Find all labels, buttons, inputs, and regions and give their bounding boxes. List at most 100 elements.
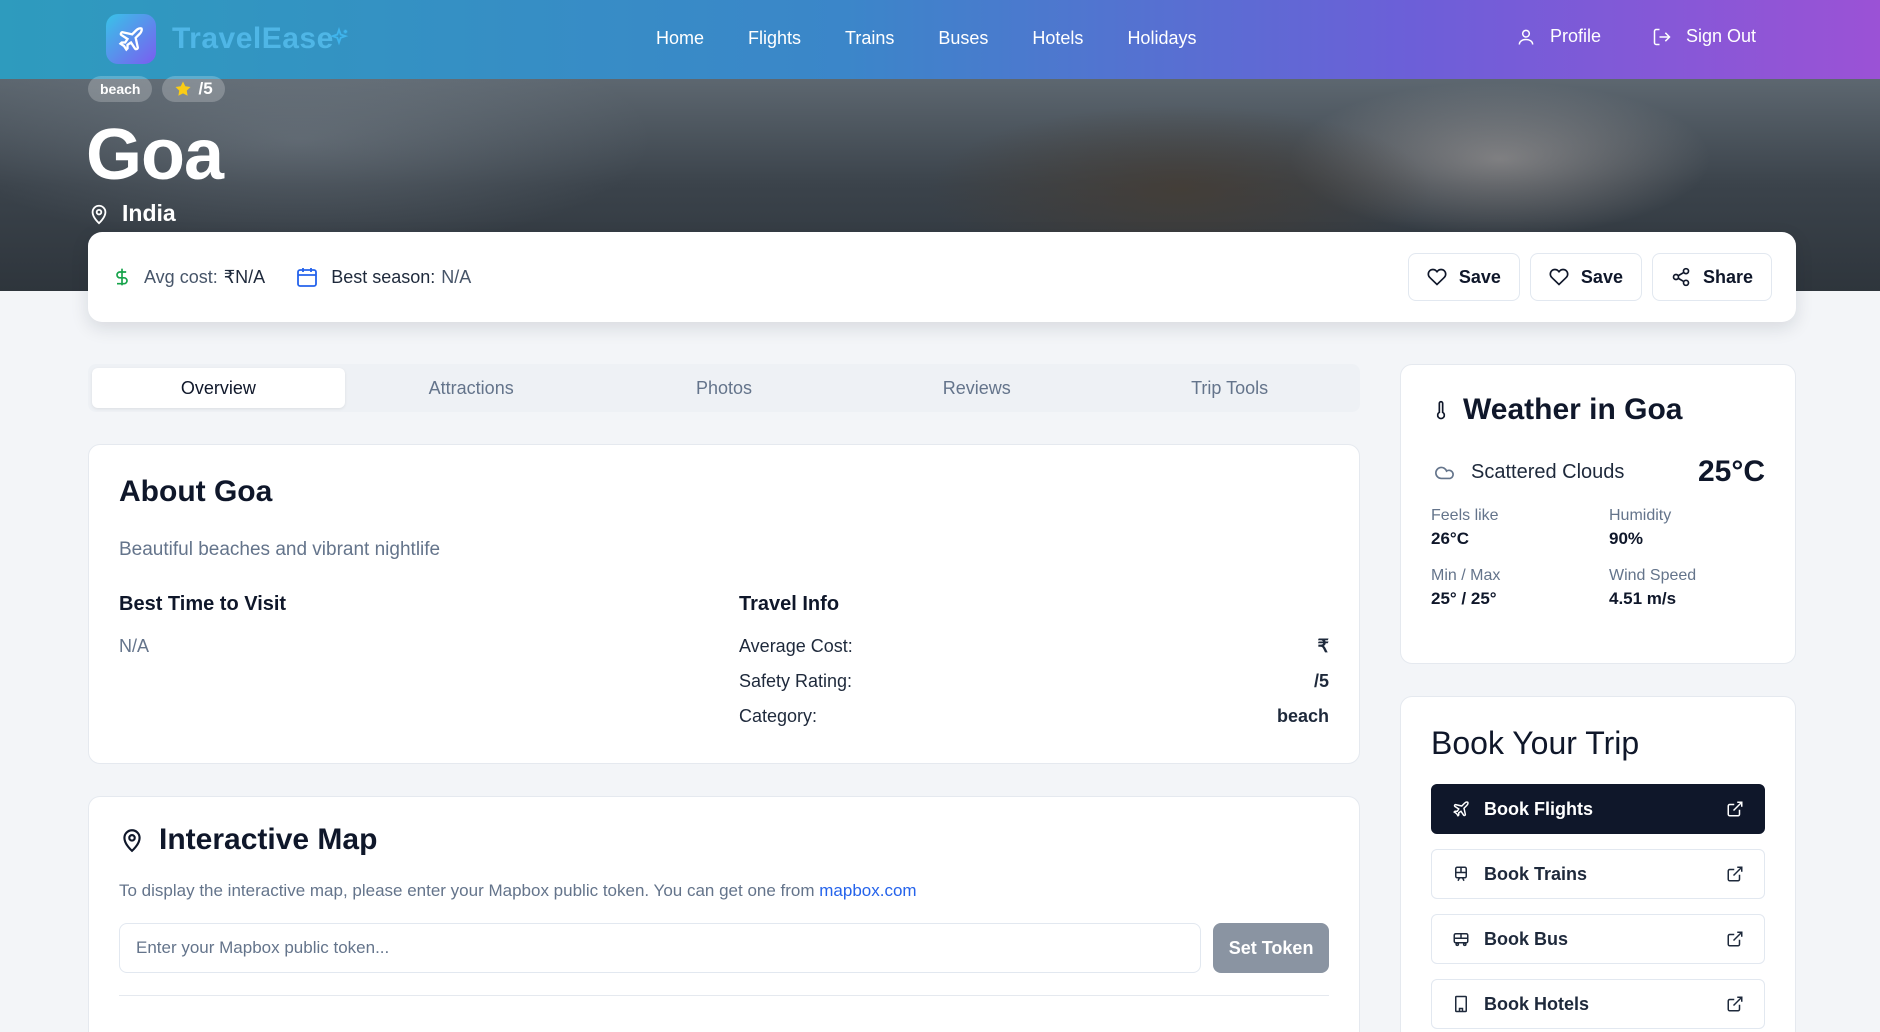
share-label: Share (1702, 266, 1753, 287)
profile-label: Profile (1550, 26, 1602, 46)
weather-title: Weather in Goa (1463, 393, 1683, 426)
map-pin-icon (123, 829, 141, 853)
cloud-icon (1435, 466, 1454, 480)
about-description: Beautiful beaches and vibrant nightlife (119, 539, 441, 560)
book-trip-card: Book Your Trip Book Flights Book Trains … (1400, 696, 1796, 1032)
location-label: India (122, 200, 176, 226)
avg-cost-value: ₹N/A (223, 266, 266, 287)
info-actions: Save Save Share (1407, 253, 1772, 301)
weather-temp: 25°C (1697, 455, 1765, 488)
best-season-label: Best season: (331, 266, 436, 287)
book-bus-button[interactable]: Book Bus (1431, 914, 1765, 964)
logo[interactable] (106, 14, 156, 64)
profile-button[interactable]: Profile (1516, 26, 1601, 47)
map-title: Interactive Map (159, 823, 378, 856)
map-heading: Interactive Map (119, 823, 1329, 857)
mapbox-link[interactable]: mapbox.com (819, 881, 916, 900)
share-button[interactable]: Share (1651, 253, 1772, 301)
tab-reviews[interactable]: Reviews (850, 368, 1103, 408)
book-trains-label: Book Trains (1484, 863, 1588, 884)
plane-icon (1453, 801, 1469, 817)
tab-attractions[interactable]: Attractions (345, 368, 598, 408)
best-time-section: Best Time to Visit N/A (119, 593, 739, 741)
best-season-value: N/A (441, 266, 472, 287)
nav-flights[interactable]: Flights (748, 28, 801, 49)
map-note-text: To display the interactive map, please e… (119, 881, 820, 900)
star-icon (175, 81, 191, 96)
nav-home[interactable]: Home (656, 28, 704, 49)
info-row-value: beach (1276, 706, 1329, 726)
avg-cost-label: Avg cost: (144, 266, 218, 287)
weather-condition: Scattered Clouds (1471, 460, 1625, 483)
building-icon (1455, 995, 1467, 1013)
nav-buses[interactable]: Buses (938, 28, 988, 49)
rating-badge: /5 (162, 76, 225, 102)
travel-info-section: Travel Info Average Cost: ₹ Safety Ratin… (739, 593, 1329, 741)
nav-hotels[interactable]: Hotels (1032, 28, 1083, 49)
minmax-value: 25° / 25° (1431, 589, 1497, 608)
book-bus-label: Book Bus (1484, 928, 1569, 949)
about-card: About Goa Beautiful beaches and vibrant … (88, 444, 1360, 764)
user-icon (1518, 29, 1534, 45)
info-row-label: Category: (739, 706, 818, 726)
mapbox-token-input[interactable] (119, 923, 1202, 973)
info-row-value: ₹ (1317, 636, 1329, 656)
best-time-heading: Best Time to Visit (119, 593, 287, 615)
plane-icon (118, 27, 143, 52)
brand-name[interactable]: TravelEase (172, 22, 334, 56)
sign-out-button[interactable]: Sign Out (1652, 26, 1756, 47)
minmax-label: Min / Max (1431, 567, 1501, 584)
best-season: Best season: N/A (295, 265, 471, 289)
avg-cost: Avg cost: ₹N/A (112, 264, 265, 290)
nav-holidays[interactable]: Holidays (1127, 28, 1196, 49)
best-time-value: N/A (119, 636, 150, 656)
tab-overview[interactable]: Overview (92, 368, 345, 408)
wind-value: 4.51 m/s (1609, 589, 1677, 608)
map-card: Interactive Map To display the interacti… (88, 796, 1360, 1032)
weather-condition-row: Scattered Clouds 25°C (1431, 455, 1765, 489)
rating-value: /5 (198, 79, 213, 98)
calendar-icon (297, 268, 318, 287)
destination-location: India (88, 200, 176, 227)
info-bar: Avg cost: ₹N/A Best season: N/A Save Sav… (88, 232, 1796, 322)
feels-like-label: Feels like (1431, 507, 1499, 524)
main-nav: Home Flights Trains Buses Hotels Holiday… (656, 28, 1196, 49)
book-hotels-button[interactable]: Book Hotels (1431, 979, 1765, 1029)
weather-stats: Feels like 26°C Humidity 90% Min / Max 25° … (1431, 507, 1765, 609)
info-row: Average Cost: ₹ (739, 636, 1329, 657)
weather-card: Weather in Goa Scattered Clouds 25°C Fee… (1400, 364, 1796, 664)
book-trains-button[interactable]: Book Trains (1431, 849, 1765, 899)
category-badge: beach (88, 76, 153, 102)
destination-title: Goa (86, 115, 224, 195)
sign-out-label: Sign Out (1686, 26, 1757, 46)
book-hotels-label: Book Hotels (1484, 993, 1590, 1014)
set-token-button[interactable]: Set Token (1213, 923, 1329, 973)
map-note: To display the interactive map, please e… (119, 881, 1329, 901)
info-row: Safety Rating: /5 (739, 671, 1329, 692)
top-nav-bar: TravelEase Home Flights Trains Buses Hot… (0, 0, 1880, 79)
about-title: About Goa (119, 475, 273, 508)
heart-icon (1549, 268, 1569, 286)
info-row: Category: beach (739, 706, 1329, 727)
book-flights-button[interactable]: Book Flights (1431, 784, 1765, 834)
book-flights-label: Book Flights (1484, 798, 1593, 819)
tab-photos[interactable]: Photos (598, 368, 851, 408)
log-out-icon (1653, 28, 1671, 45)
info-row-label: Safety Rating: (739, 671, 853, 691)
heart-icon (1427, 268, 1447, 286)
external-link-icon (1727, 931, 1743, 947)
divider (119, 995, 1329, 996)
info-row-value: /5 (1313, 671, 1329, 691)
tab-trip-tools[interactable]: Trip Tools (1103, 368, 1356, 408)
train-icon (1455, 866, 1467, 882)
humidity-value: 90% (1609, 529, 1644, 548)
thermometer-icon (1436, 400, 1446, 420)
save-label-2: Save (1580, 266, 1623, 287)
save-button[interactable]: Save (1407, 253, 1520, 301)
weather-heading: Weather in Goa (1431, 393, 1765, 427)
feels-like-value: 26°C (1431, 529, 1469, 548)
sparkles-icon (329, 27, 349, 46)
save-button-2[interactable]: Save (1529, 253, 1642, 301)
save-label: Save (1458, 266, 1501, 287)
nav-trains[interactable]: Trains (845, 28, 894, 49)
